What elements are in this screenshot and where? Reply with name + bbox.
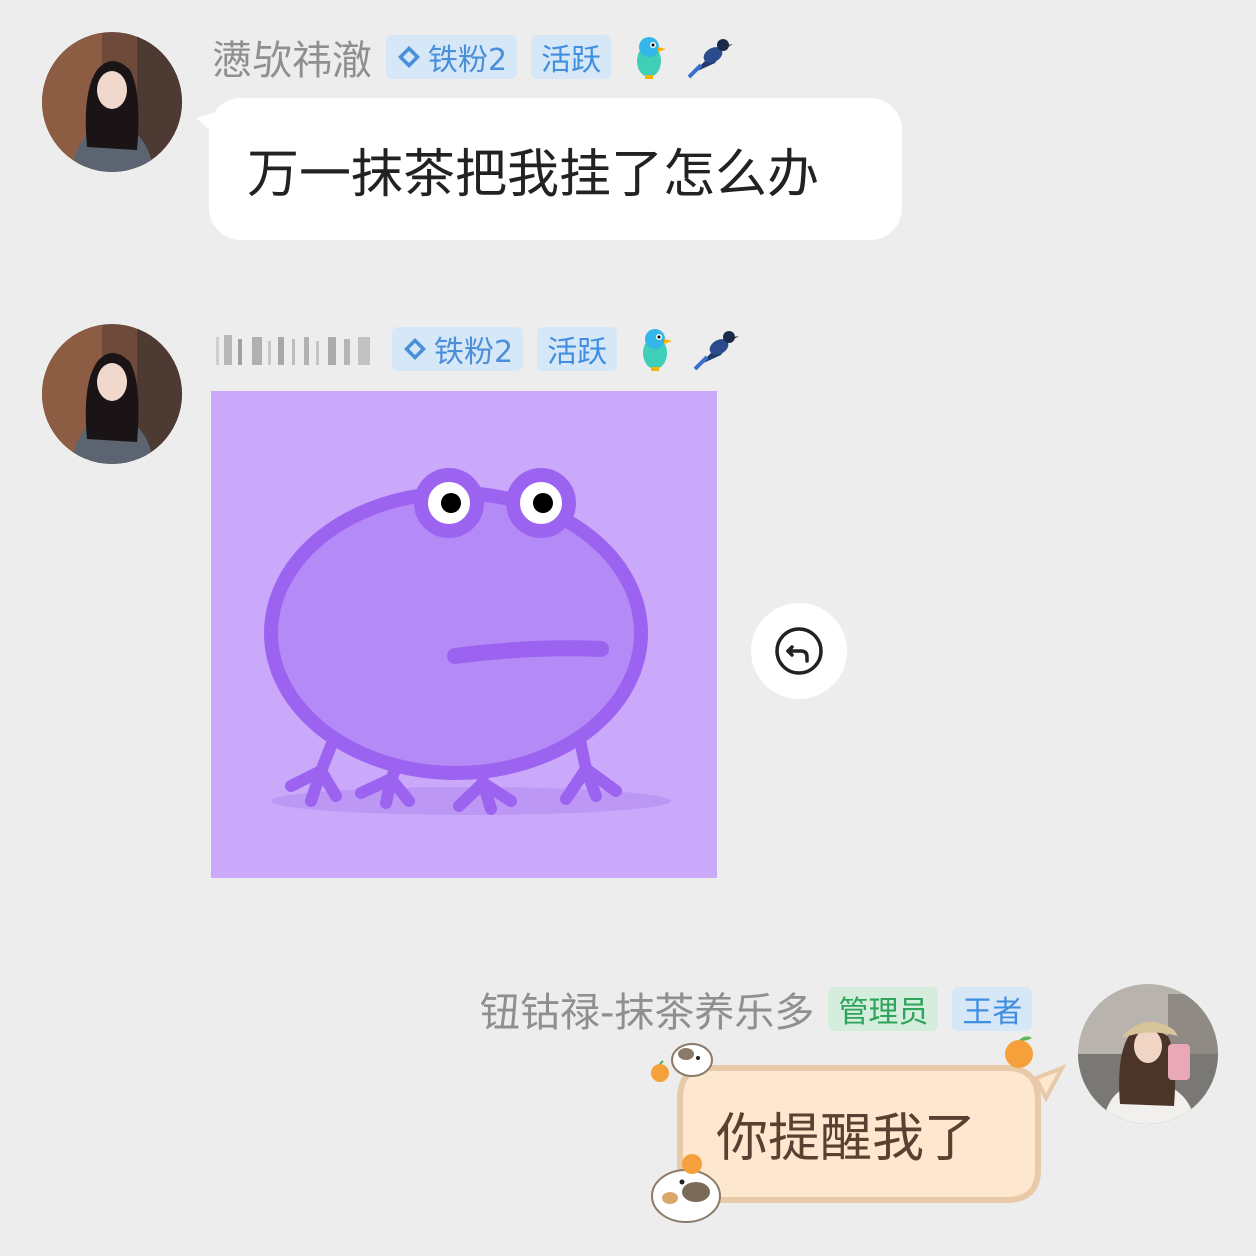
magpie-icon xyxy=(687,39,734,79)
message-bubble[interactable]: 万一抹茶把我挂了怎么办 xyxy=(209,98,902,240)
reply-button[interactable] xyxy=(751,603,847,699)
magpie-icon xyxy=(693,331,740,371)
fan-badge[interactable]: 铁粉2 xyxy=(392,327,524,371)
orange-icon xyxy=(651,1060,669,1082)
fan-badge[interactable]: 铁粉2 xyxy=(386,35,518,79)
admin-badge[interactable]: 管理员 xyxy=(828,987,939,1031)
active-badge[interactable]: 活跃 xyxy=(537,327,618,371)
reply-icon xyxy=(775,627,823,675)
hamster-icon xyxy=(671,1043,713,1077)
parrot-icon xyxy=(643,329,673,371)
message-text: 万一抹茶把我挂了怎么办 xyxy=(247,144,820,205)
sender-row: 钮钴禄-抹茶养乐多 管理员 王者 xyxy=(480,984,1033,1036)
king-badge[interactable]: 王者 xyxy=(952,987,1033,1031)
parrot-icon xyxy=(637,37,667,79)
fan-badge-label: 铁粉2 xyxy=(428,43,508,78)
avatar[interactable] xyxy=(42,32,182,172)
hamster-icon xyxy=(651,1154,721,1223)
avatar[interactable] xyxy=(1078,984,1218,1124)
sender-row: 铁粉2 活跃 xyxy=(212,324,751,374)
message-text: 你提醒我了 xyxy=(716,1109,977,1169)
obscured-sender-name[interactable] xyxy=(212,327,378,371)
orange-icon xyxy=(1005,1036,1033,1068)
diamond-icon xyxy=(398,46,420,68)
image-message[interactable] xyxy=(211,391,717,878)
fan-badge-label: 铁粉2 xyxy=(434,335,514,370)
sender-name[interactable]: 钮钴禄-抹茶养乐多 xyxy=(480,980,814,1038)
purple-frog-sticker xyxy=(211,391,717,878)
sender-row: 懑欤祎澈 铁粉2 活跃 xyxy=(212,32,745,84)
sender-name[interactable]: 懑欤祎澈 xyxy=(212,28,372,86)
diamond-icon xyxy=(404,338,426,360)
avatar[interactable] xyxy=(42,324,182,464)
active-badge[interactable]: 活跃 xyxy=(531,35,612,79)
